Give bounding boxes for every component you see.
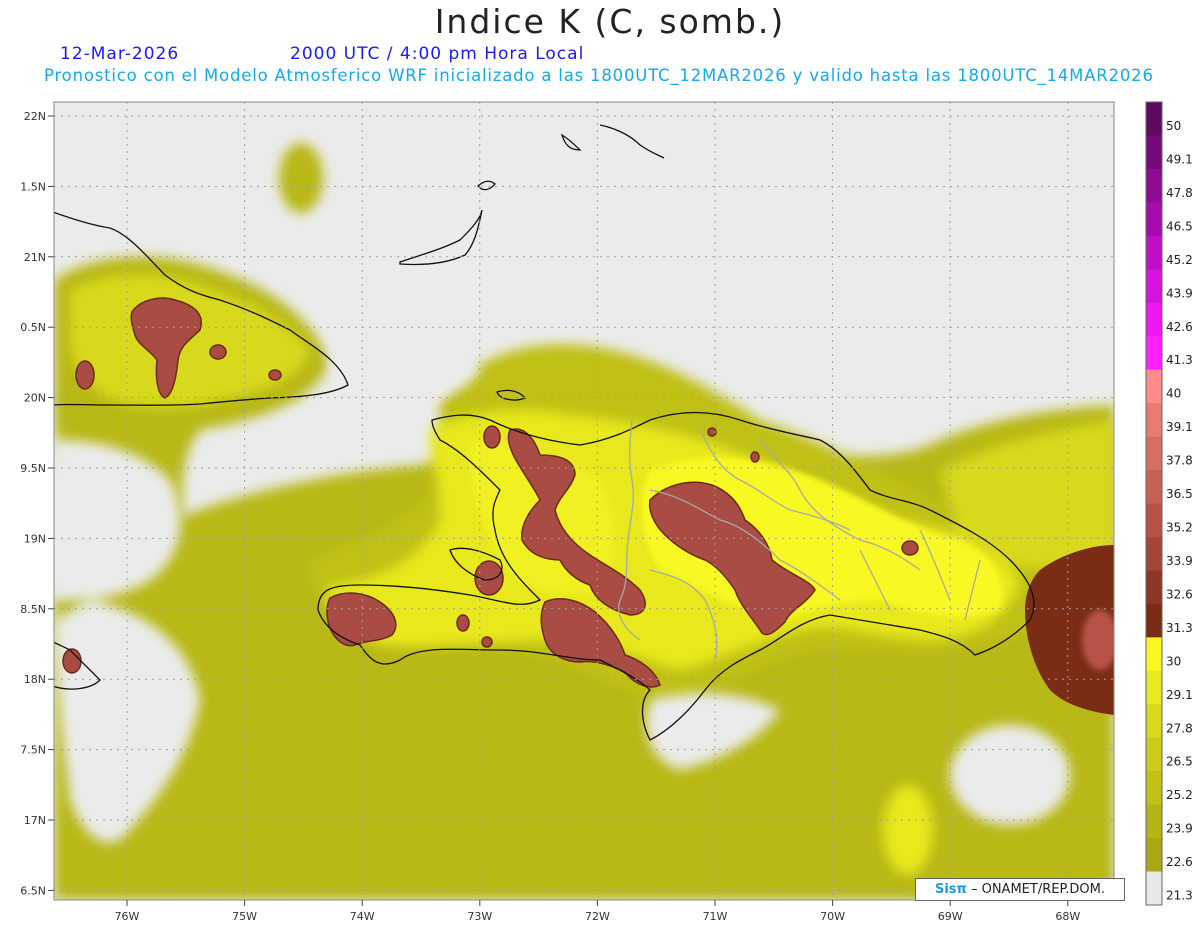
colorbar-swatch [1146, 637, 1162, 672]
credit-brand: Sisπ [934, 882, 967, 897]
y-tick-label: 1.5N [20, 180, 46, 193]
x-tick-label: 72W [585, 910, 610, 923]
x-tick-label: 73W [467, 910, 492, 923]
colorbar-swatch [1146, 135, 1162, 170]
y-tick-label: 22N [24, 110, 46, 123]
colorbar-label: 31.3 [1166, 621, 1193, 635]
high-zone-haiti-2 [483, 425, 501, 449]
y-tick-label: 6.5N [20, 884, 46, 897]
y-tick-label: 20N [24, 392, 46, 405]
x-tick-label: 74W [350, 910, 375, 923]
colorbar-swatch [1146, 235, 1162, 270]
colorbar-swatch [1146, 369, 1162, 404]
colorbar-swatch [1146, 336, 1162, 371]
colorbar: 50 49.1 47.8 46.5 45.2 43.9 42.6 41.3 40 39.1 37.8… [1145, 101, 1193, 906]
x-tick-label: 69W [938, 910, 963, 923]
colorbar-label: 29.1 [1166, 688, 1193, 702]
high-zone-dr-small-3 [750, 451, 760, 463]
x-tick-label: 71W [703, 910, 728, 923]
colorbar-label: 30 [1166, 654, 1181, 668]
high-zone-dr-small-1 [901, 540, 919, 556]
high-zone-cuba-2 [75, 360, 95, 390]
high-zone-east-sea-core [1082, 610, 1114, 670]
y-tick-label: 21N [24, 251, 46, 264]
high-zone-gonave-east [456, 614, 470, 632]
colorbar-swatch [1146, 202, 1162, 237]
credit-box: Sisπ – ONAMET/REP.DOM. [915, 878, 1125, 901]
colorbar-label: 22.6 [1166, 855, 1193, 869]
field-yellow-blob-south [883, 785, 933, 875]
latitude-ticks: 22N 1.5N 21N 0.5N 20N 9.5N 19N 8.5N 18N 7.5N 17N 6.… [20, 110, 54, 897]
colorbar-swatch [1146, 436, 1162, 471]
x-tick-label: 68W [1055, 910, 1080, 923]
gap-south-east [950, 725, 1070, 825]
colorbar-label: 40 [1166, 387, 1181, 401]
colorbar-label: 47.8 [1166, 186, 1193, 200]
colorbar-label: 23.9 [1166, 822, 1193, 836]
colorbar-label: 21.3 [1166, 889, 1193, 903]
x-tick-label: 76W [115, 910, 140, 923]
colorbar-label: 46.5 [1166, 219, 1193, 233]
x-tick-label: 75W [232, 910, 257, 923]
colorbar-swatch [1146, 704, 1162, 739]
colorbar-swatch [1146, 269, 1162, 304]
colorbar-label: 33.9 [1166, 554, 1193, 568]
colorbar-label: 36.5 [1166, 487, 1193, 501]
colorbar-swatch [1146, 102, 1162, 136]
y-tick-label: 0.5N [20, 321, 46, 334]
y-tick-label: 17N [24, 814, 46, 827]
colorbar-label: 42.6 [1166, 320, 1193, 334]
colorbar-swatch [1146, 871, 1162, 906]
colorbar-label: 26.5 [1166, 755, 1193, 769]
y-tick-label: 18N [24, 673, 46, 686]
field-olive-blob-1 [279, 143, 323, 213]
colorbar-label: 41.3 [1166, 353, 1193, 367]
x-tick-label: 70W [820, 910, 845, 923]
colorbar-label: 35.2 [1166, 521, 1193, 535]
colorbar-label: 32.6 [1166, 587, 1193, 601]
colorbar-swatch [1146, 503, 1162, 538]
colorbar-swatch [1146, 168, 1162, 203]
y-tick-label: 19N [24, 532, 46, 545]
colorbar-label: 49.1 [1166, 152, 1193, 166]
colorbar-swatch [1146, 771, 1162, 806]
colorbar-label: 43.9 [1166, 286, 1193, 300]
colorbar-label: 50 [1166, 119, 1181, 133]
high-zone-small-1 [481, 636, 493, 648]
colorbar-label: 27.8 [1166, 721, 1193, 735]
colorbar-label: 39.1 [1166, 420, 1193, 434]
colorbar-swatch [1146, 603, 1162, 638]
y-tick-label: 7.5N [20, 744, 46, 757]
credit-org: – ONAMET/REP.DOM. [970, 882, 1105, 897]
colorbar-swatch [1146, 470, 1162, 504]
longitude-ticks: 76W 75W 74W 73W 72W 71W 70W 69W 68W [115, 900, 1080, 923]
y-tick-label: 8.5N [20, 603, 46, 616]
colorbar-swatch [1146, 804, 1162, 839]
y-tick-label: 9.5N [20, 462, 46, 475]
colorbar-swatch [1146, 570, 1162, 605]
high-zone-cuba-3 [209, 344, 227, 360]
colorbar-swatch [1146, 536, 1162, 571]
colorbar-label: 37.8 [1166, 454, 1193, 468]
colorbar-swatch [1146, 403, 1162, 438]
k-index-map: 76W 75W 74W 73W 72W 71W 70W 69W 68W 22N 1.5N 21N 0.… [20, 101, 1193, 923]
colorbar-label: 25.2 [1166, 788, 1193, 802]
colorbar-swatch [1146, 302, 1162, 337]
colorbar-label: 45.2 [1166, 253, 1193, 267]
colorbar-swatch [1146, 838, 1162, 873]
high-zone-cuba-4 [268, 369, 282, 381]
colorbar-swatch [1146, 737, 1162, 772]
colorbar-swatch [1146, 670, 1162, 705]
